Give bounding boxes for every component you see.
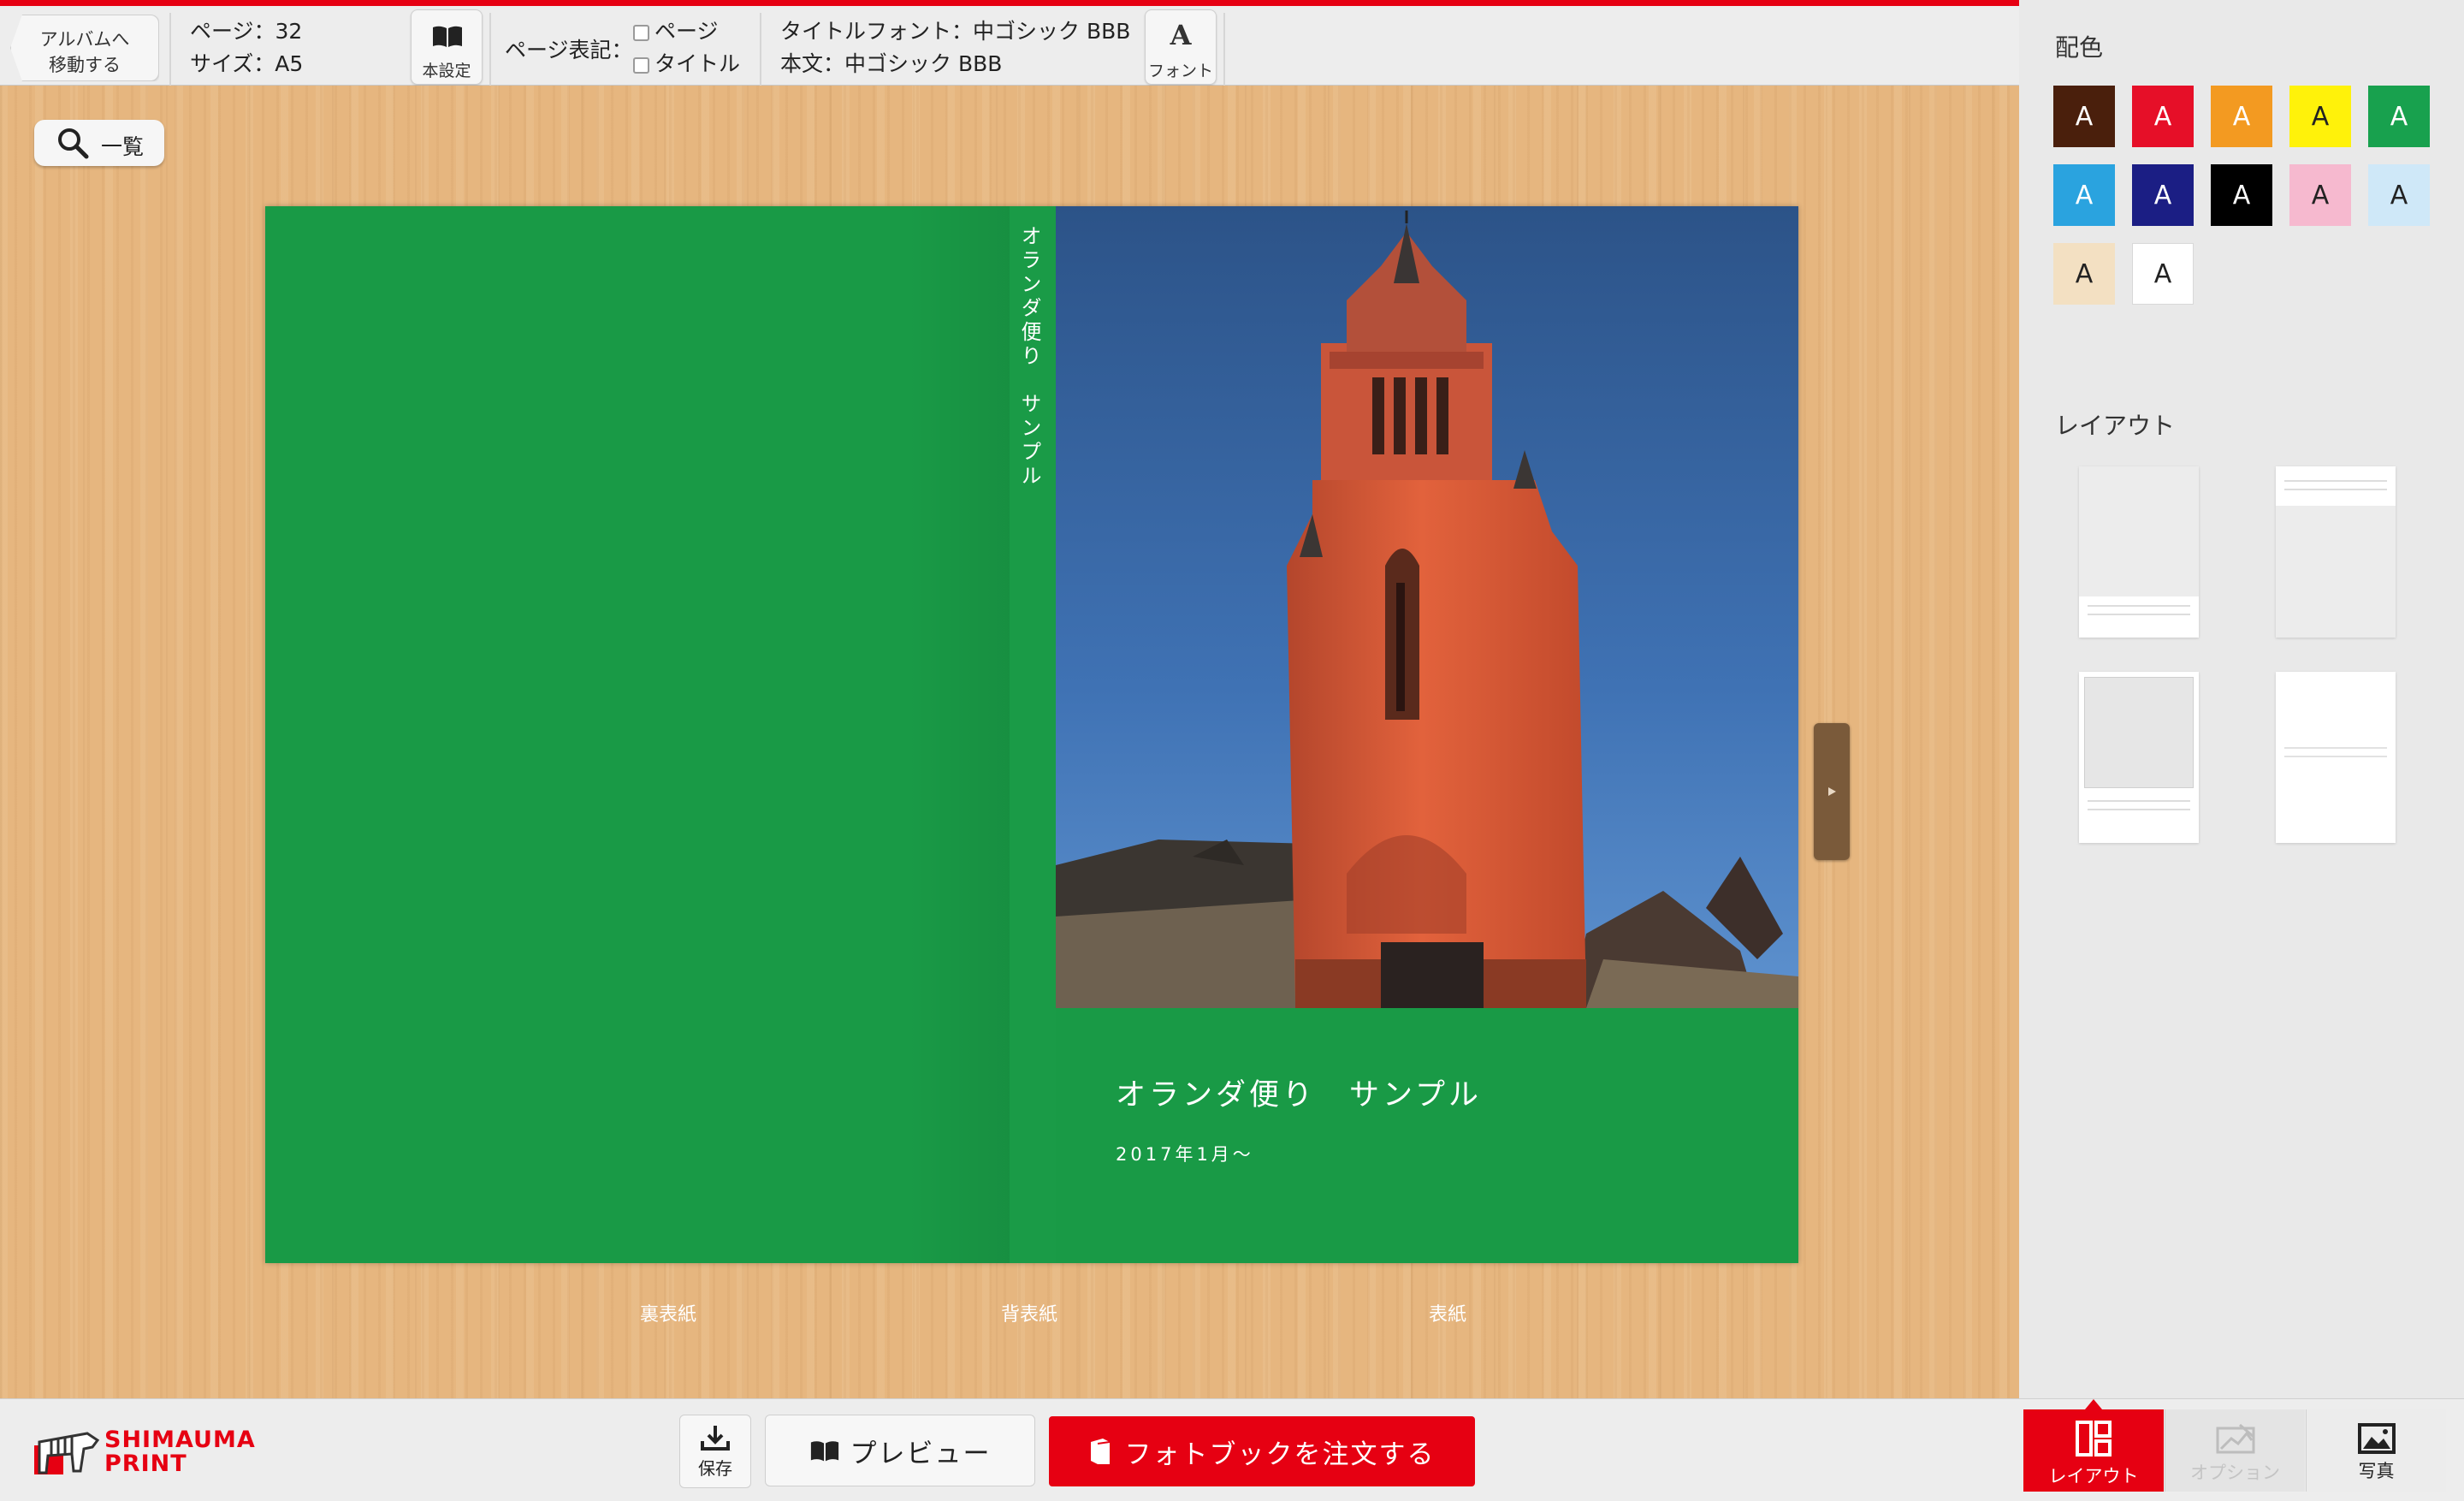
tab-photo-label: 写真 [2358, 1461, 2395, 1481]
tab-layout[interactable]: レイアウト [2023, 1399, 2164, 1492]
color-swatch[interactable]: A [2132, 86, 2194, 147]
color-swatch[interactable]: A [2289, 86, 2351, 147]
magnifier-icon [58, 128, 89, 159]
back-cover-shade [907, 206, 1010, 1263]
cover-title[interactable]: オランダ便り サンプル [1116, 1071, 1482, 1114]
book-settings-label: 本設定 [422, 62, 471, 80]
color-swatch[interactable]: A [2211, 164, 2272, 226]
back-to-album-label-line2: 移動する [49, 55, 121, 75]
tab-option-label: オプション [2190, 1462, 2280, 1483]
church-tower-photo [1056, 206, 1798, 1008]
layout-text-line [2284, 747, 2387, 749]
preview-label: プレビュー [850, 1438, 992, 1469]
layout-text-line [2088, 605, 2190, 607]
page-number-checkbox-row[interactable]: ページ [633, 15, 719, 45]
title-checkbox-label: タイトル [654, 51, 741, 76]
right-panel: 配色 AAAAAAAAAAAA レイアウト [2019, 0, 2464, 1398]
layout-grid-icon [2076, 1421, 2112, 1457]
font-icon: A [1170, 19, 1192, 51]
save-button[interactable]: 保存 [679, 1415, 751, 1488]
page-number-checkbox-label: ページ [654, 19, 719, 44]
layout-text-line [2088, 800, 2190, 802]
shimauma-logo: SHIMAUMA PRINT [33, 1423, 255, 1478]
layout-text-line [2088, 809, 2190, 810]
toolbar-divider [169, 13, 171, 88]
color-scheme-heading: 配色 [2055, 33, 2104, 62]
layout-photo-area [2084, 677, 2194, 788]
color-swatch[interactable]: A [2053, 164, 2115, 226]
layout-text-line [2284, 480, 2387, 482]
layout-text-line [2284, 756, 2387, 757]
page-notation-label: ページ表記： [505, 38, 633, 62]
bottom-toolbar: SHIMAUMA PRINT 保存 プレビュー フォトブックを注文する レイアウ… [0, 1398, 2464, 1501]
layout-photo-area [2079, 466, 2199, 596]
open-book-icon [433, 26, 462, 47]
tab-photo[interactable]: 写真 [2306, 1409, 2446, 1492]
toolbar-divider [760, 13, 761, 88]
toolbar-divider [1223, 13, 1225, 88]
next-page-handle[interactable] [1814, 723, 1850, 860]
preview-button[interactable]: プレビュー [765, 1415, 1035, 1486]
layout-text-line [2284, 489, 2387, 490]
book-icon [1090, 1439, 1110, 1464]
play-right-icon [1828, 787, 1836, 796]
book-settings-button[interactable]: 本設定 [411, 9, 483, 85]
back-cover-label: 裏表紙 [640, 1304, 697, 1326]
photo-icon [2357, 1423, 2396, 1454]
logo-text-line1: SHIMAUMA [104, 1427, 256, 1453]
download-icon [701, 1425, 730, 1451]
list-view-label: 一覧 [101, 134, 145, 159]
page-number-checkbox[interactable] [633, 24, 649, 41]
editor-workspace: 一覧 オランダ便り サンプル オランダ便り サンプル 2017年1月〜 裏表紙 … [0, 86, 2019, 1398]
layout-option-photo-top[interactable] [2079, 466, 2199, 638]
list-view-button[interactable]: 一覧 [34, 120, 164, 166]
page-count: ページ：32 [190, 19, 303, 44]
title-font-info: タイトルフォント：中ゴシック BBB [780, 19, 1131, 44]
layout-option-framed-photo[interactable] [2079, 672, 2199, 843]
option-image-icon [2216, 1423, 2254, 1454]
title-checkbox-row[interactable]: タイトル [633, 47, 740, 78]
book-size: サイズ：A5 [190, 51, 304, 76]
body-font-info: 本文：中ゴシック BBB [780, 51, 1003, 76]
cover-spread[interactable]: オランダ便り サンプル オランダ便り サンプル 2017年1月〜 [265, 206, 1798, 1263]
front-cover-label: 表紙 [1429, 1304, 1467, 1326]
back-to-album-label-line1: アルバムへ [39, 29, 130, 50]
layout-heading: レイアウト [2055, 412, 2176, 440]
layout-option-photo-bottom[interactable] [2276, 466, 2396, 638]
tab-option[interactable]: オプション [2165, 1409, 2305, 1492]
order-photobook-button[interactable]: フォトブックを注文する [1049, 1416, 1475, 1486]
color-swatch[interactable]: A [2053, 243, 2115, 305]
cover-subtitle[interactable]: 2017年1月〜 [1116, 1141, 1254, 1166]
layout-text-line [2088, 614, 2190, 615]
layout-photo-area [2276, 506, 2396, 638]
color-swatch[interactable]: A [2132, 243, 2194, 305]
back-cover[interactable] [265, 206, 1010, 1263]
tab-layout-label: レイアウト [2048, 1466, 2139, 1486]
title-checkbox[interactable] [633, 56, 649, 74]
cover-photo[interactable] [1056, 206, 1798, 1008]
color-swatch[interactable]: A [2211, 86, 2272, 147]
color-swatch[interactable]: A [2368, 164, 2430, 226]
toolbar-divider [489, 13, 491, 88]
font-button[interactable]: A フォント [1145, 9, 1217, 85]
logo-text-line2: PRINT [104, 1451, 187, 1477]
front-cover[interactable]: オランダ便り サンプル 2017年1月〜 [1056, 206, 1798, 1263]
back-to-album-button[interactable]: アルバムへ 移動する [10, 15, 159, 81]
top-toolbar: アルバムへ 移動する ページ：32 サイズ：A5 本設定 ページ表記： ページ … [0, 0, 2019, 88]
font-button-label: フォント [1147, 62, 1213, 80]
spine-title: オランダ便り サンプル [1017, 225, 1041, 489]
color-swatch[interactable]: A [2368, 86, 2430, 147]
spine[interactable]: オランダ便り サンプル [1010, 206, 1056, 1263]
zebra-logo-icon [34, 1432, 100, 1474]
color-swatch[interactable]: A [2132, 164, 2194, 226]
open-book-icon [810, 1441, 838, 1462]
active-tab-notch [2085, 1399, 2102, 1409]
layout-option-text-only[interactable] [2276, 672, 2396, 843]
color-swatch[interactable]: A [2289, 164, 2351, 226]
save-label: 保存 [698, 1457, 732, 1479]
order-label: フォトブックを注文する [1124, 1439, 1436, 1470]
spine-label: 背表紙 [1001, 1304, 1058, 1326]
color-swatch[interactable]: A [2053, 86, 2115, 147]
